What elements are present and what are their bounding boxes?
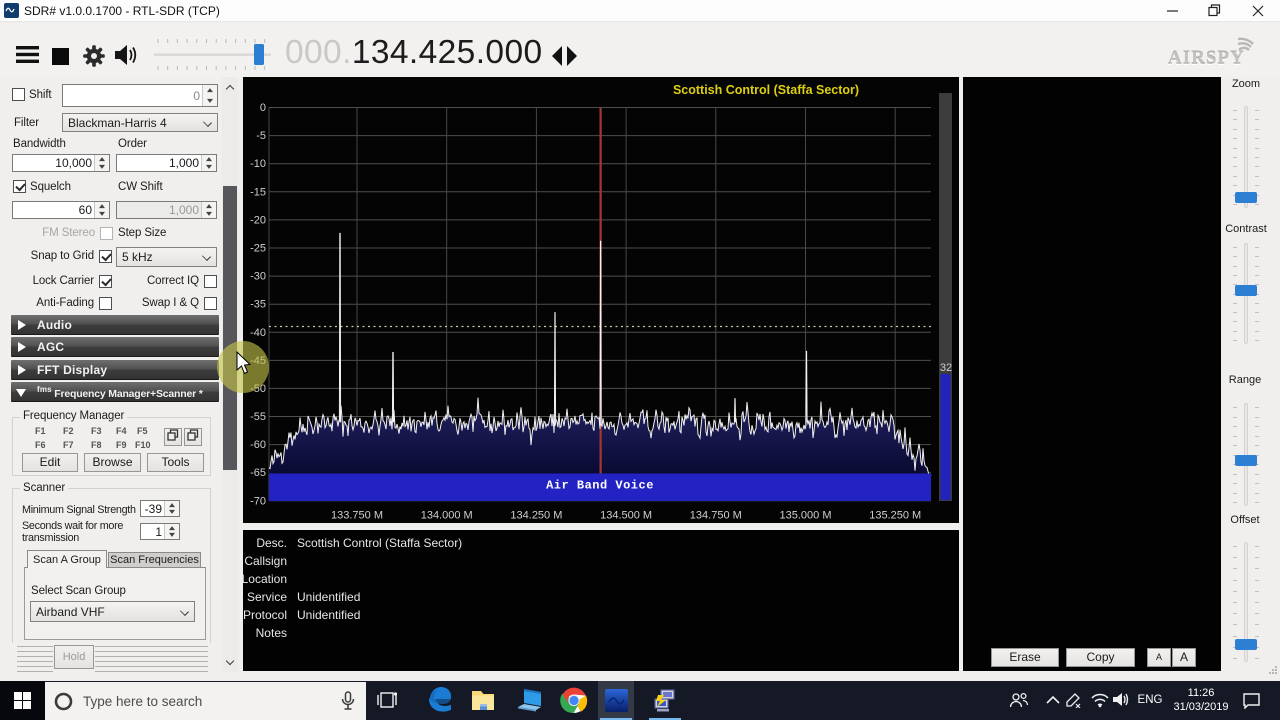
svg-text:-35: -35 bbox=[250, 299, 266, 311]
svg-text:-65: -65 bbox=[250, 467, 266, 479]
svg-text:-25: -25 bbox=[250, 243, 266, 255]
svg-text:133.750 M: 133.750 M bbox=[331, 510, 383, 522]
svg-text:-30: -30 bbox=[250, 271, 266, 283]
svg-text:135.250 M: 135.250 M bbox=[869, 510, 921, 522]
svg-text:-20: -20 bbox=[250, 214, 266, 226]
svg-text:134.750 M: 134.750 M bbox=[690, 510, 742, 522]
svg-text:134.250 M: 134.250 M bbox=[510, 510, 562, 522]
svg-text:-15: -15 bbox=[250, 186, 266, 198]
svg-text:-55: -55 bbox=[250, 411, 266, 423]
svg-text:-60: -60 bbox=[250, 439, 266, 451]
svg-text:135.000 M: 135.000 M bbox=[780, 510, 832, 522]
svg-text:0: 0 bbox=[260, 102, 266, 114]
svg-text:-70: -70 bbox=[250, 495, 266, 507]
svg-text:134.500 M: 134.500 M bbox=[600, 510, 652, 522]
svg-text:Scottish Control (Staffa Secto: Scottish Control (Staffa Sector) bbox=[673, 83, 859, 97]
svg-text:32: 32 bbox=[940, 362, 952, 374]
svg-text:134.000 M: 134.000 M bbox=[421, 510, 473, 522]
svg-text:-40: -40 bbox=[250, 327, 266, 339]
svg-text:-10: -10 bbox=[250, 158, 266, 170]
svg-text:Air Band Voice: Air Band Voice bbox=[546, 479, 654, 493]
svg-text:-5: -5 bbox=[256, 130, 266, 142]
